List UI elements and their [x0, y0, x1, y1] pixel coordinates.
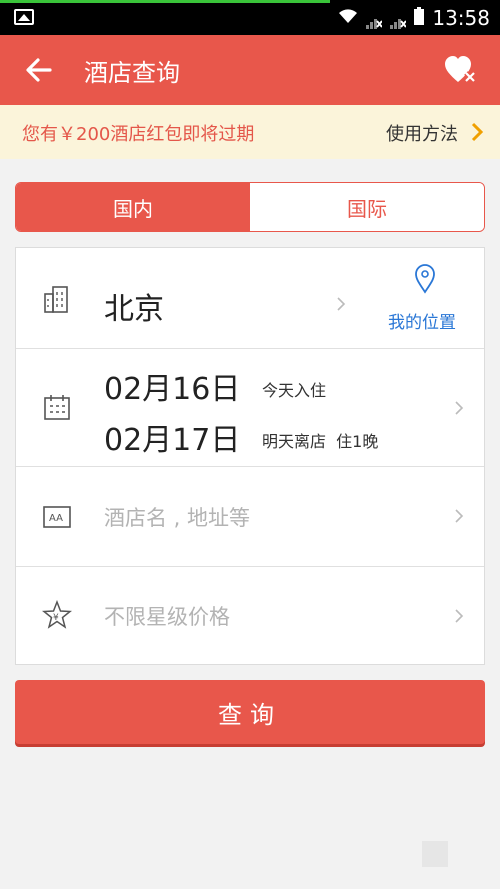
- checkout-note: 明天离店 住1晚: [262, 432, 379, 451]
- signal-icon-2: [390, 10, 408, 29]
- checkin-note: 今天入住: [262, 381, 327, 400]
- image-notification-icon: [14, 9, 34, 25]
- page-title: 酒店查询: [84, 59, 180, 87]
- svg-text:AA: AA: [49, 513, 63, 524]
- hotel-name-input[interactable]: 酒店名 , 地址等: [104, 502, 250, 532]
- tab-international[interactable]: 国际: [250, 183, 484, 231]
- city-row[interactable]: 北京 我的位置: [16, 248, 484, 349]
- battery-icon: [414, 6, 425, 30]
- my-location-button[interactable]: 我的位置: [388, 308, 456, 333]
- tab-domestic[interactable]: 国内: [16, 183, 250, 231]
- chevron-right-icon: [337, 297, 346, 311]
- notice-message: 您有￥200酒店红包即将过期: [22, 124, 255, 145]
- checkout-date: 02月17日: [104, 423, 241, 458]
- chevron-right-icon: [455, 609, 464, 623]
- clock: 13:58: [432, 6, 490, 30]
- calendar-icon: [44, 395, 70, 420]
- hotel-name-icon: AA: [43, 506, 71, 528]
- region-tabs: 国内 国际: [15, 182, 485, 232]
- checkin-date: 02月16日: [104, 372, 241, 407]
- star-price-icon: ¥: [42, 600, 72, 629]
- status-bar: 13:58: [0, 0, 500, 35]
- coupon-expiry-notice[interactable]: 您有￥200酒店红包即将过期 使用方法: [0, 105, 500, 159]
- favorites-heart-icon[interactable]: [444, 55, 476, 85]
- location-pin-icon[interactable]: [414, 264, 436, 294]
- svg-text:¥: ¥: [53, 613, 59, 623]
- status-icons: 13:58: [338, 6, 490, 30]
- chevron-right-icon: [455, 401, 464, 415]
- search-button[interactable]: 查询: [15, 680, 485, 744]
- usage-method-link[interactable]: 使用方法: [386, 120, 458, 146]
- decorative-square: [422, 841, 448, 867]
- city-name: 北京: [104, 292, 164, 327]
- hotel-search-form: 北京 我的位置 02月16日 今天入住 02月17日 明天离店 住1晚 AA 酒…: [15, 247, 485, 665]
- back-arrow-icon[interactable]: [22, 53, 56, 87]
- signal-icon-1: [366, 10, 384, 29]
- star-price-selector[interactable]: 不限星级价格: [104, 601, 230, 631]
- star-price-row[interactable]: ¥ 不限星级价格: [16, 566, 484, 664]
- app-header: 酒店查询: [0, 35, 500, 105]
- date-row[interactable]: 02月16日 今天入住 02月17日 明天离店 住1晚: [16, 348, 484, 467]
- hotel-keyword-row[interactable]: AA 酒店名 , 地址等: [16, 466, 484, 567]
- building-icon: [44, 286, 68, 313]
- chevron-right-icon: [471, 122, 484, 142]
- wifi-icon: [338, 8, 358, 29]
- download-progress-bar: [0, 0, 330, 3]
- chevron-right-icon: [455, 509, 464, 523]
